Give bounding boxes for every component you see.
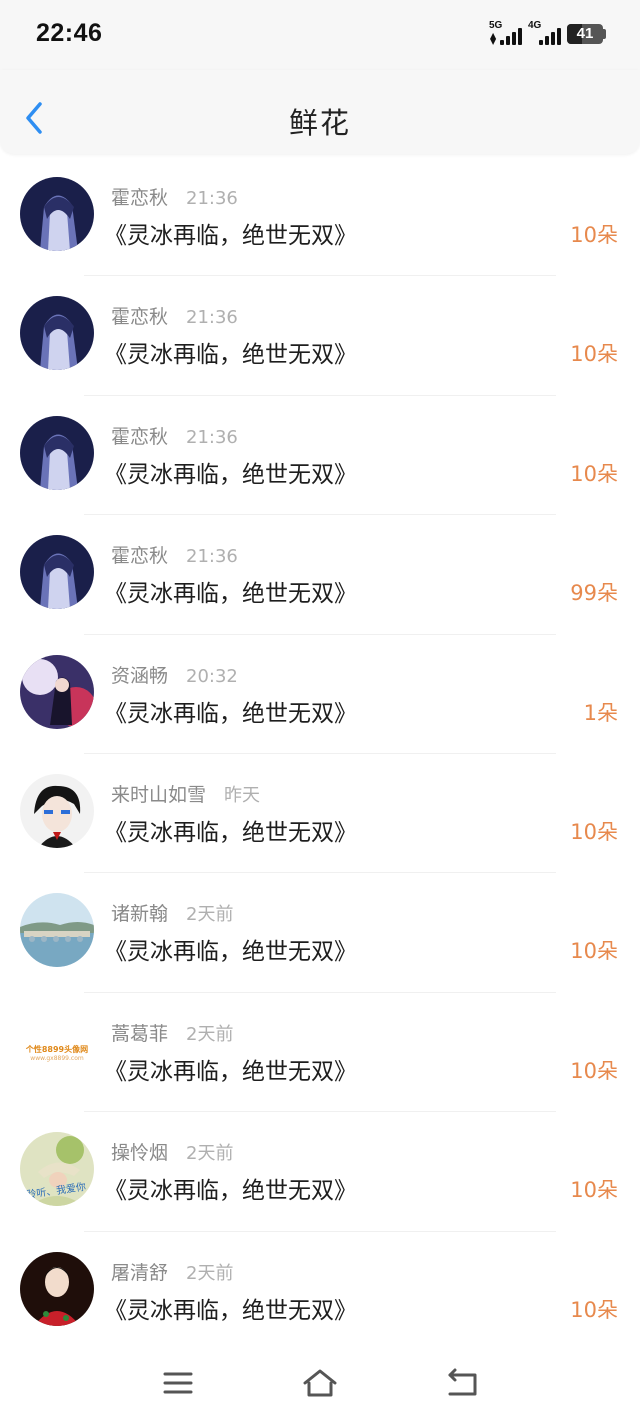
status-time: 22:46: [36, 19, 103, 47]
message-text: 《灵冰再临，绝世无双》: [104, 342, 357, 369]
avatar[interactable]: [20, 535, 94, 610]
flower-count: 99朵: [570, 581, 618, 606]
message-text: 《灵冰再临，绝世无双》: [104, 461, 357, 488]
avatar[interactable]: [20, 415, 94, 490]
avatar[interactable]: 个性8899头像网 www.gx8899.com: [20, 1012, 94, 1087]
flower-count: 10朵: [570, 939, 618, 964]
list-item[interactable]: 资涵畅 20:32 《灵冰再临，绝世无双》 1朵: [0, 635, 640, 754]
flower-count: 10朵: [570, 461, 618, 486]
flower-count: 10朵: [570, 1058, 618, 1083]
flower-count: 10朵: [570, 1178, 618, 1203]
timestamp: 20:32: [186, 665, 238, 687]
battery-icon: 41: [567, 24, 603, 44]
page-title: 鲜花: [288, 106, 351, 140]
item-meta: 蒿葛菲 2天前: [111, 1019, 233, 1046]
timestamp: 2天前: [186, 904, 234, 926]
item-meta: 霍恋秋 21:36: [111, 302, 238, 329]
battery-level: 41: [576, 25, 594, 42]
avatar-watermark-url: www.gx8899.com: [30, 1054, 84, 1062]
timestamp: 21:36: [186, 546, 238, 568]
item-meta: 霍恋秋 21:36: [111, 183, 238, 210]
sender-name: 霍恋秋: [111, 306, 169, 329]
avatar[interactable]: [20, 177, 94, 251]
sender-name: 蒿葛菲: [111, 1022, 169, 1045]
menu-button[interactable]: [158, 1366, 198, 1400]
timestamp: 21:36: [186, 307, 238, 329]
sender-name: 霍恋秋: [111, 425, 169, 448]
flower-count: 10朵: [570, 1297, 618, 1322]
timestamp: 昨天: [224, 784, 261, 806]
message-text: 《灵冰再临，绝世无双》: [104, 700, 357, 727]
sender-name: 霍恋秋: [111, 545, 169, 568]
item-meta: 来时山如雪 昨天: [111, 780, 260, 807]
list-item[interactable]: 个性8899头像网 www.gx8899.com 蒿葛菲 2天前《灵冰再临，绝世无双》…: [0, 993, 640, 1113]
item-meta: 屠清舒 2天前: [111, 1258, 233, 1285]
list-item[interactable]: 霍恋秋 21:36 《灵冰再临，绝世无双》 10朵: [0, 157, 640, 277]
flower-count: 10朵: [570, 342, 618, 367]
avatar[interactable]: [20, 654, 94, 729]
list-item[interactable]: 霍恋秋 21:36 《灵冰再临，绝世无双》 99朵: [0, 515, 640, 635]
sender-name: 霍恋秋: [111, 187, 169, 209]
item-meta: 霍恋秋 21:36: [111, 541, 238, 568]
sender-name: 操怜烟: [111, 1142, 169, 1165]
message-text: 《灵冰再临，绝世无双》: [104, 1297, 357, 1324]
timestamp: 21:36: [186, 188, 238, 209]
flower-count: 1朵: [583, 700, 618, 725]
message-text: 《灵冰再临，绝世无双》: [104, 1178, 357, 1205]
list-item[interactable]: 聆听、我爱你 操怜烟 2天前《灵冰再临，绝世无双》 10朵: [0, 1112, 640, 1232]
list-item[interactable]: 诸新翰 2天前《灵冰再临，绝世无双》 10朵: [0, 873, 640, 993]
timestamp: 2天前: [186, 1262, 234, 1284]
avatar[interactable]: [20, 1251, 94, 1326]
sender-name: 来时山如雪: [111, 783, 207, 806]
sender-name: 屠清舒: [111, 1261, 169, 1284]
flower-count: 10朵: [570, 223, 618, 247]
avatar-watermark-text: 个性8899头像网: [25, 1044, 89, 1054]
flower-count: 10朵: [570, 819, 618, 844]
item-meta: 诸新翰 2天前: [111, 899, 233, 926]
message-text: 《灵冰再临，绝世无双》: [104, 1058, 357, 1085]
list-item[interactable]: 来时山如雪 昨天《灵冰再临，绝世无双》 10朵: [0, 754, 640, 874]
signal-5g-icon: 5G ▲ ▼: [489, 20, 523, 46]
home-button[interactable]: [300, 1366, 340, 1400]
signal-4g-icon: 4G: [528, 20, 562, 46]
back-icon: [448, 1368, 477, 1396]
list-item[interactable]: 屠清舒 2天前《灵冰再临，绝世无双》 10朵: [0, 1232, 640, 1351]
item-meta: 霍恋秋 21:36: [111, 422, 238, 449]
item-meta: 操怜烟 2天前: [111, 1138, 233, 1165]
list-item[interactable]: 霍恋秋 21:36 《灵冰再临，绝世无双》 10朵: [0, 276, 640, 396]
sender-name: 诸新翰: [111, 903, 169, 926]
message-text: 《灵冰再临，绝世无双》: [104, 939, 357, 966]
home-icon: [303, 1369, 337, 1397]
bottom-nav: [0, 1346, 640, 1422]
nav-bar: 鲜花: [0, 70, 640, 154]
message-text: 《灵冰再临，绝世无双》: [104, 581, 357, 608]
message-text: 《灵冰再临，绝世无双》: [104, 223, 357, 249]
list-item[interactable]: 霍恋秋 21:36 《灵冰再临，绝世无双》 10朵: [0, 396, 640, 516]
timestamp: 2天前: [186, 1143, 234, 1165]
sender-name: 资涵畅: [111, 664, 169, 687]
timestamp: 21:36: [186, 426, 238, 448]
avatar[interactable]: [20, 773, 94, 848]
menu-icon: [163, 1372, 193, 1394]
flower-list: 霍恋秋 21:36 《灵冰再临，绝世无双》 10朵 霍恋秋 21:36 《灵冰再临，绝世无双…: [0, 157, 640, 1351]
item-meta: 资涵畅 20:32: [111, 661, 238, 688]
status-bar: 22:46 5G ▲ ▼ 4G 41: [0, 0, 640, 70]
avatar[interactable]: [20, 296, 94, 371]
system-back-button[interactable]: [442, 1366, 482, 1400]
avatar[interactable]: 聆听、我爱你: [20, 1132, 94, 1207]
avatar[interactable]: [20, 893, 94, 968]
timestamp: 2天前: [186, 1023, 234, 1045]
message-text: 《灵冰再临，绝世无双》: [104, 819, 357, 846]
